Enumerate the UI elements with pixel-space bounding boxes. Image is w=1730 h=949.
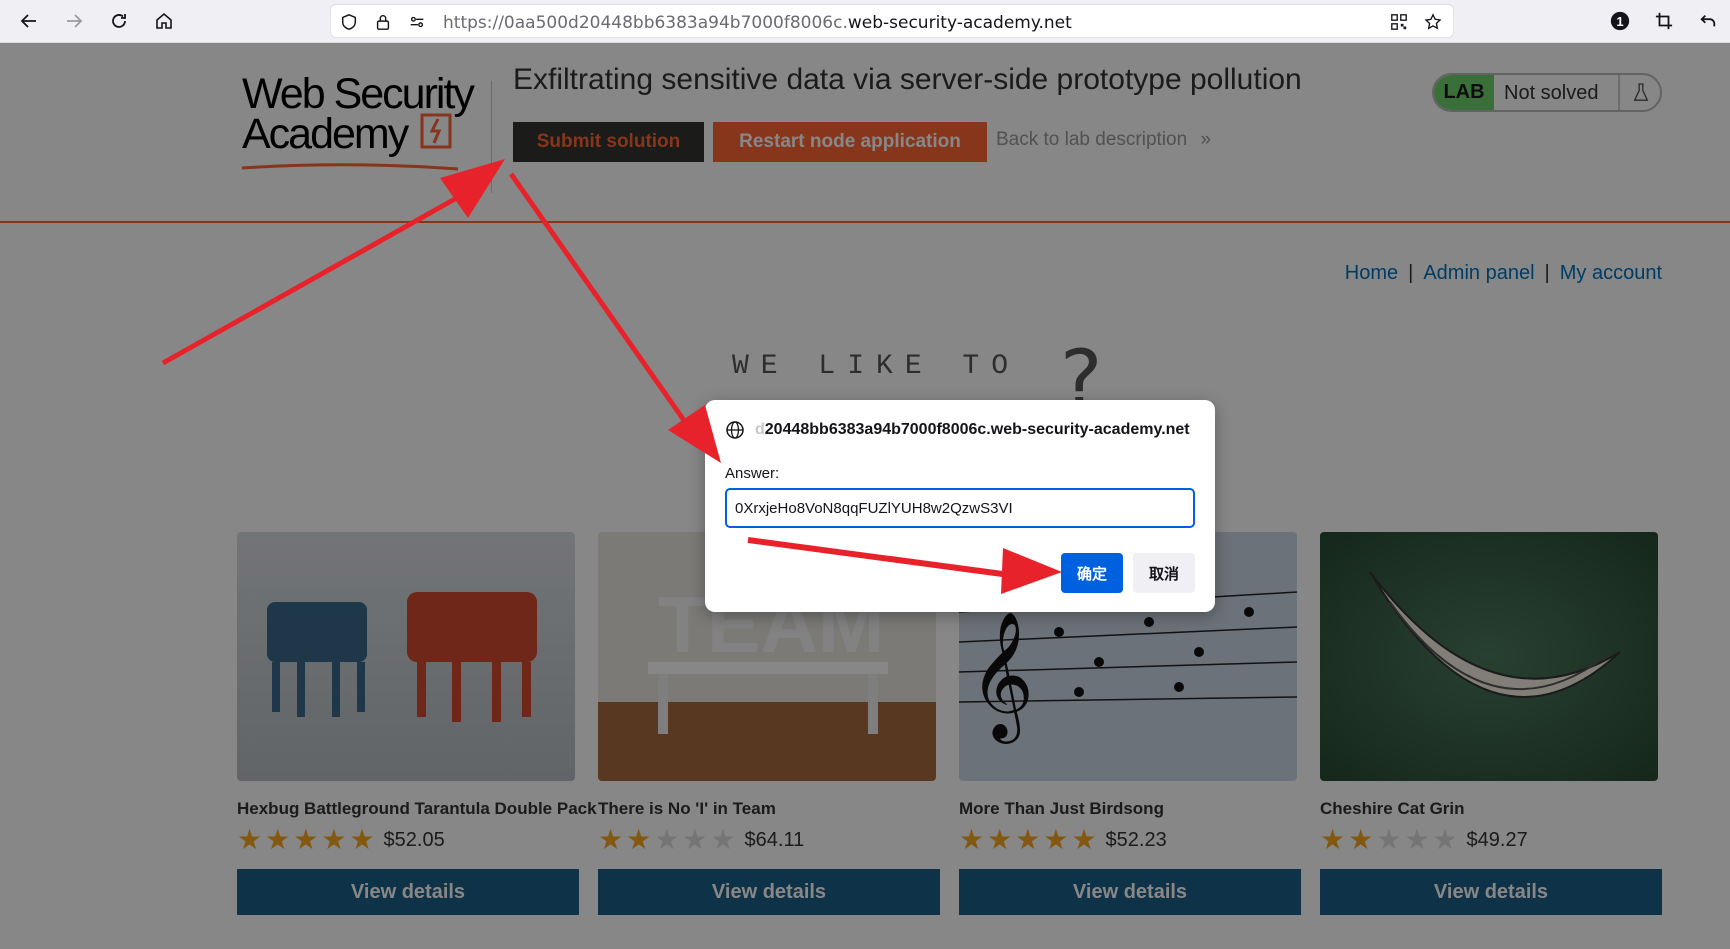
forward-icon[interactable] — [59, 6, 89, 36]
extension-badge-count: 1 — [1616, 13, 1624, 29]
extension-badge-icon[interactable]: 1 — [1608, 9, 1632, 33]
lock-icon[interactable] — [373, 12, 393, 32]
qr-code-icon[interactable] — [1389, 12, 1409, 32]
reload-icon[interactable] — [104, 6, 134, 36]
undo-icon[interactable] — [1696, 9, 1720, 33]
answer-input[interactable] — [725, 488, 1195, 528]
back-icon[interactable] — [14, 6, 44, 36]
dialog-origin-faded: d — [755, 421, 765, 438]
url-prefix: https://0aa500d20448bb6383a94b7000f8006c… — [443, 13, 848, 33]
crop-icon[interactable] — [1652, 9, 1676, 33]
shield-icon[interactable] — [339, 12, 359, 32]
ok-button[interactable]: 确定 — [1061, 553, 1123, 593]
bookmark-star-icon[interactable] — [1423, 12, 1443, 32]
browser-toolbar: https://0aa500d20448bb6383a94b7000f8006c… — [0, 0, 1730, 43]
home-icon[interactable] — [149, 6, 179, 36]
globe-icon — [726, 421, 744, 439]
cancel-button[interactable]: 取消 — [1133, 553, 1195, 593]
answer-label: Answer: — [725, 465, 780, 482]
url-text[interactable]: https://0aa500d20448bb6383a94b7000f8006c… — [443, 13, 1072, 33]
dialog-origin: d20448bb6383a94b7000f8006c.web-security-… — [755, 421, 1190, 439]
address-bar[interactable]: https://0aa500d20448bb6383a94b7000f8006c… — [330, 4, 1454, 38]
prompt-dialog: d20448bb6383a94b7000f8006c.web-security-… — [705, 400, 1215, 612]
url-domain: web-security-academy.net — [847, 13, 1072, 33]
permissions-icon[interactable] — [407, 12, 427, 32]
dialog-origin-text: 20448bb6383a94b7000f8006c.web-security-a… — [764, 421, 1190, 438]
